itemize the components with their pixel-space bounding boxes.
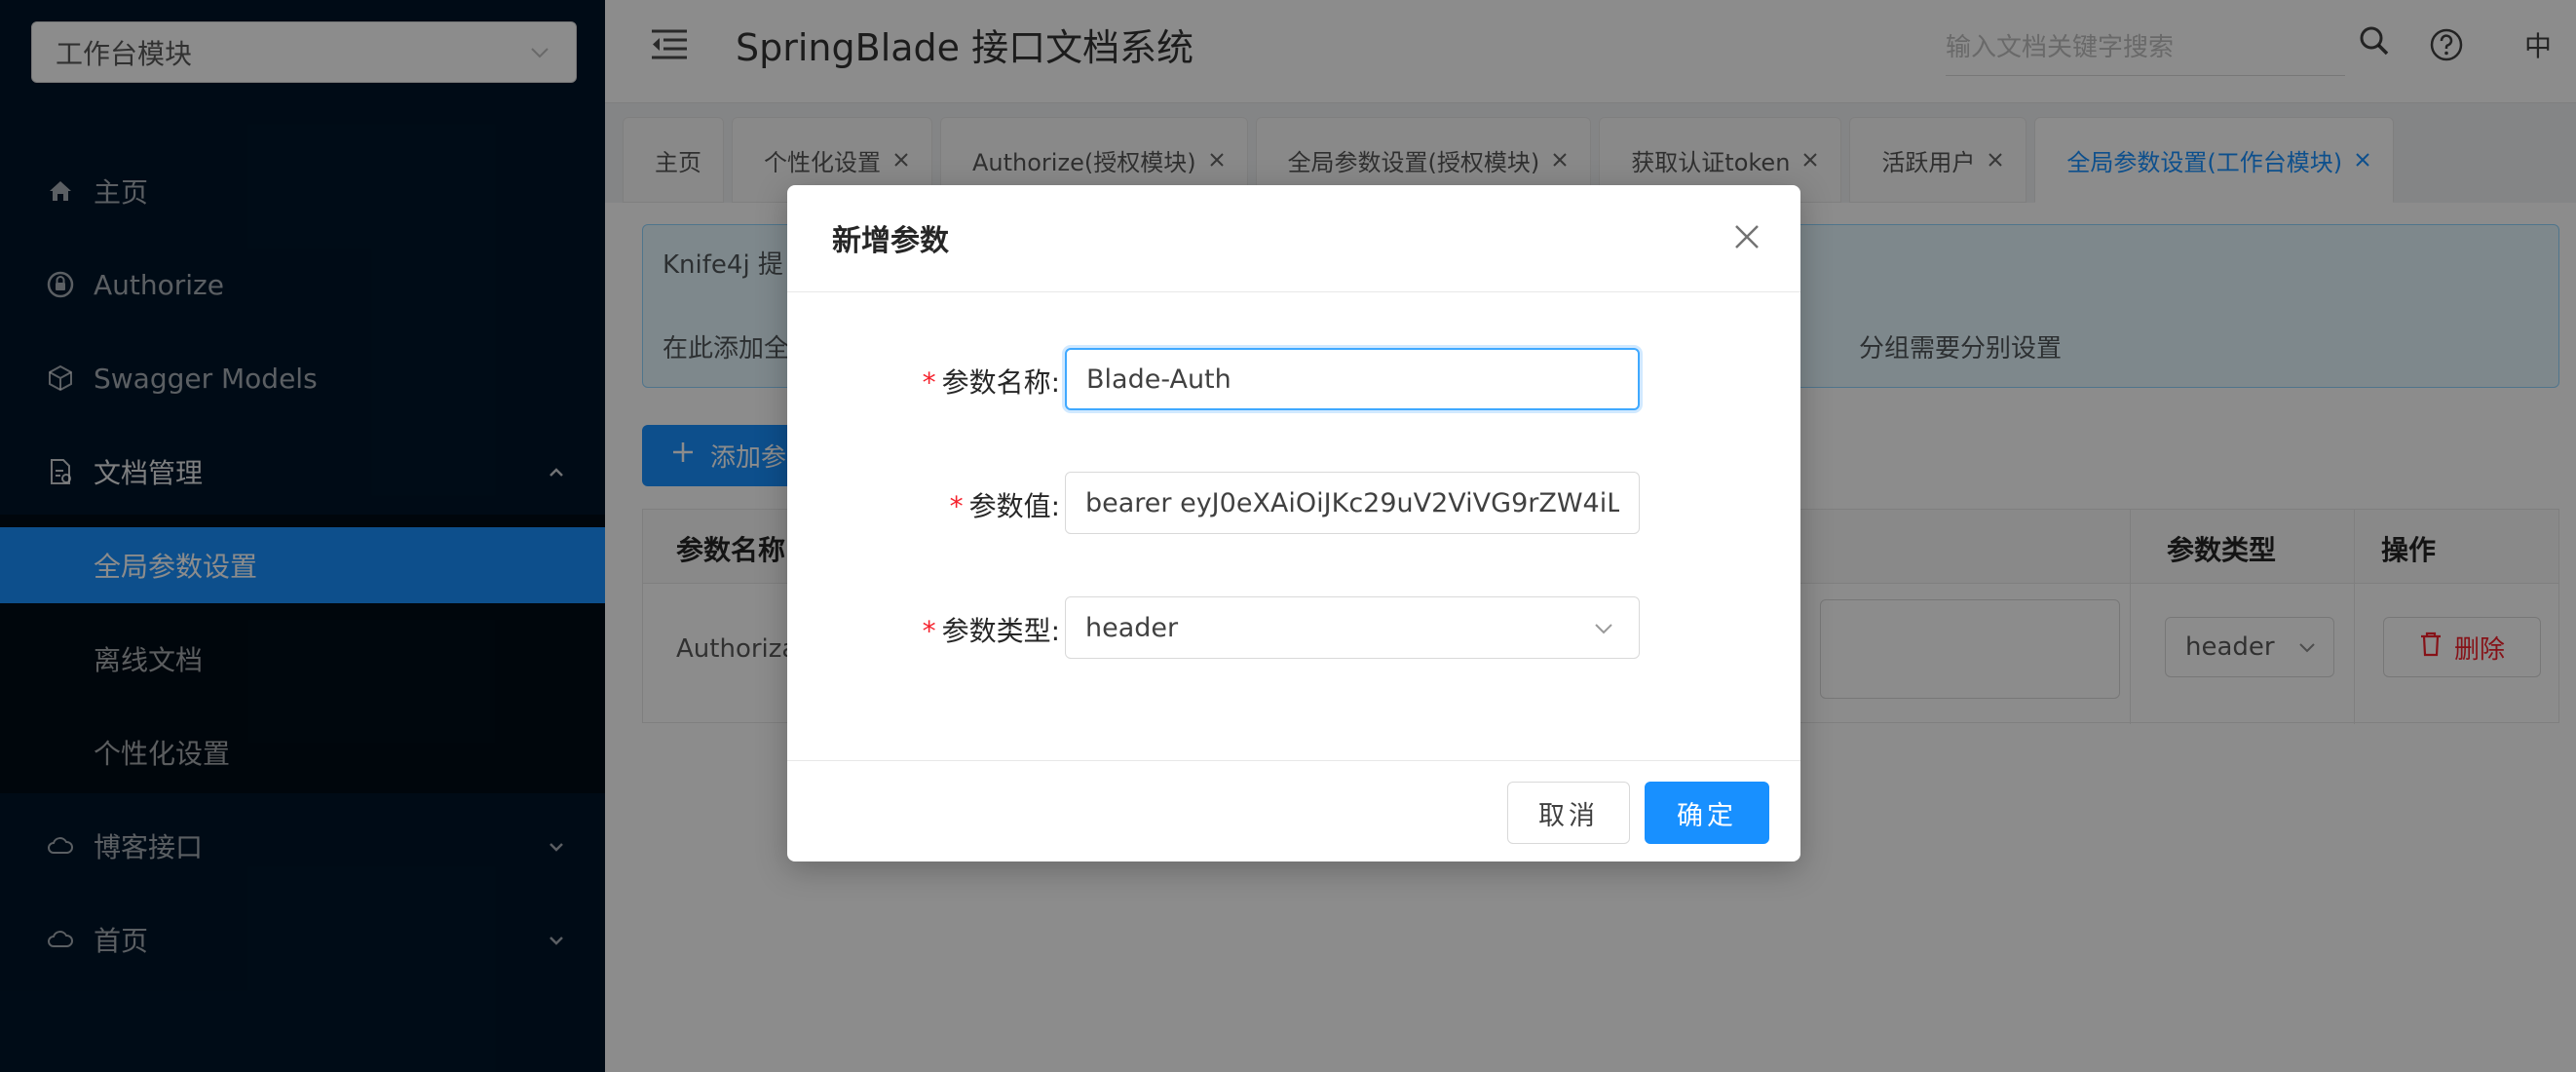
form-row-name: * 参数名称: [787,348,1800,412]
required-mark: * [922,366,936,399]
required-mark: * [949,490,964,522]
chevron-down-icon [1592,617,1615,647]
modal-header: 新增参数 [787,185,1800,292]
close-icon[interactable] [1730,220,1763,257]
param-value-label: * 参数值: [949,490,1060,522]
param-value-input[interactable] [1065,472,1640,534]
form-row-value: * 参数值: [787,472,1800,536]
required-mark: * [922,615,936,647]
param-name-label: * 参数名称: [922,366,1060,399]
param-type-label: * 参数类型: [922,615,1060,647]
param-name-input[interactable] [1065,348,1640,410]
param-type-select[interactable]: header [1065,596,1640,659]
modal-title: 新增参数 [832,224,949,258]
cancel-button[interactable]: 取消 [1507,782,1630,844]
param-type-value: header [1085,612,1179,643]
ok-button[interactable]: 确定 [1645,782,1769,844]
form-row-type: * 参数类型: header [787,596,1800,661]
add-param-modal: 新增参数 *参数名称: *参数值: *参数类型: header 取消 确定 [787,185,1800,861]
